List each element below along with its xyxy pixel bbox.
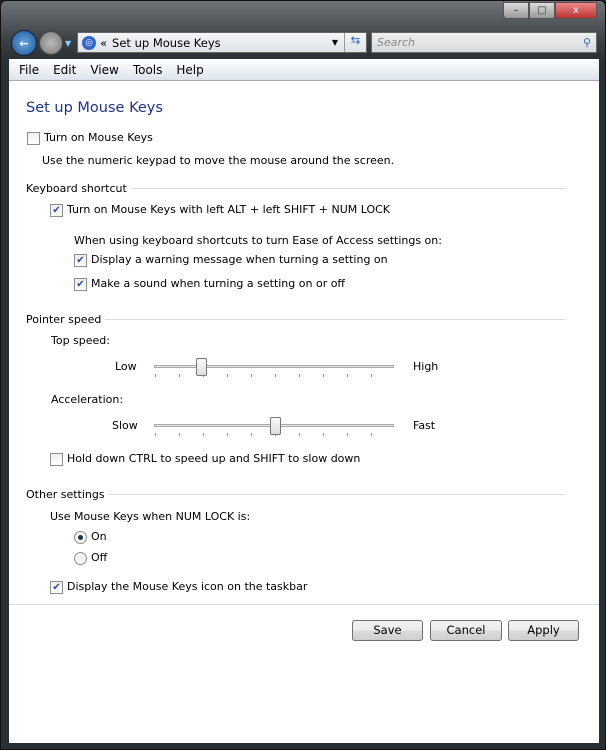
menu-view[interactable]: View	[90, 63, 118, 77]
acceleration-fast-label: Fast	[413, 419, 436, 432]
close-button[interactable]: x	[555, 2, 597, 19]
warning-checkbox[interactable]: ✔ Display a warning message when turning …	[74, 253, 388, 267]
acceleration-slider[interactable]	[154, 417, 394, 436]
sound-checkbox[interactable]: ✔ Make a sound when turning a setting on …	[74, 277, 345, 291]
menu-help[interactable]: Help	[176, 63, 203, 77]
menu-file[interactable]: File	[19, 63, 39, 77]
minimize-button[interactable]: –	[503, 2, 529, 19]
ctrl-shift-checkbox[interactable]: Hold down CTRL to speed up and SHIFT to …	[50, 452, 360, 466]
top-speed-slider[interactable]	[154, 358, 394, 377]
menu-tools[interactable]: Tools	[133, 63, 163, 77]
top-speed-low-label: Low	[115, 360, 137, 373]
back-button[interactable]: ←	[11, 30, 37, 56]
chevron-down-icon[interactable]: ▼	[326, 38, 344, 47]
apply-button[interactable]: Apply	[508, 620, 579, 641]
keyboard-shortcut-section: Keyboard shortcut	[26, 182, 566, 195]
top-speed-label: Top speed:	[51, 334, 110, 347]
save-button[interactable]: Save	[352, 620, 423, 641]
other-settings-section: Other settings	[26, 488, 566, 501]
cancel-button[interactable]: Cancel	[430, 620, 502, 641]
breadcrumb-overflow[interactable]: «	[100, 36, 107, 50]
page-title: Set up Mouse Keys	[26, 100, 163, 116]
menu-bar: File Edit View Tools Help	[9, 59, 599, 81]
description: Use the numeric keypad to move the mouse…	[42, 154, 395, 167]
top-speed-high-label: High	[413, 360, 439, 373]
pointer-speed-section: Pointer speed	[26, 313, 566, 326]
ease-of-access-icon: ◎	[82, 35, 96, 50]
recent-pages-dropdown[interactable]: ▼	[65, 39, 71, 48]
divider	[9, 604, 599, 605]
menu-edit[interactable]: Edit	[53, 63, 76, 77]
numlock-off-radio[interactable]: Off	[74, 551, 107, 565]
acceleration-label: Acceleration:	[51, 393, 124, 406]
top-speed-thumb[interactable]	[196, 358, 208, 376]
address-bar[interactable]: ◎ « Set up Mouse Keys ▼ ⇆	[77, 32, 367, 53]
breadcrumb-current[interactable]: Set up Mouse Keys	[112, 36, 326, 50]
acceleration-slow-label: Slow	[112, 419, 138, 432]
numlock-on-radio[interactable]: On	[74, 530, 107, 544]
maximize-button[interactable]: □	[529, 2, 555, 19]
window: – □ x ← ▼ ◎ « Set up Mouse Keys ▼ ⇆ Sear…	[0, 0, 606, 750]
numlock-label: Use Mouse Keys when NUM LOCK is:	[50, 510, 251, 523]
search-input[interactable]: Search ⚲	[371, 32, 597, 53]
shortcut-note: When using keyboard shortcuts to turn Ea…	[74, 234, 442, 247]
shortcut-checkbox[interactable]: ✔ Turn on Mouse Keys with left ALT + left…	[50, 203, 390, 217]
refresh-icon[interactable]: ⇆	[344, 33, 366, 52]
search-icon[interactable]: ⚲	[583, 36, 591, 49]
turn-on-mouse-keys-checkbox[interactable]: Turn on Mouse Keys	[27, 131, 153, 145]
forward-button[interactable]	[39, 31, 63, 55]
taskbar-icon-checkbox[interactable]: ✔ Display the Mouse Keys icon on the task…	[50, 580, 307, 594]
content-pane: Set up Mouse Keys Turn on Mouse Keys Use…	[9, 81, 599, 743]
acceleration-thumb[interactable]	[269, 417, 281, 435]
